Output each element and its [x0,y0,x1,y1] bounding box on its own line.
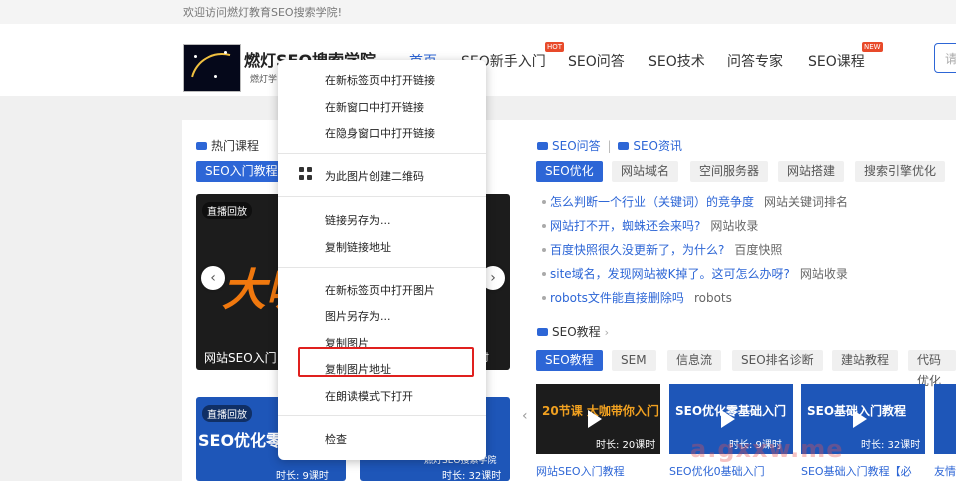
top-strip: 欢迎访问燃灯教育SEO搜索学院! [0,0,956,24]
list-item-text[interactable]: robots文件能直接删除吗 [550,291,684,305]
tutorials-title[interactable]: SEO教程 › [537,323,609,340]
context-menu: 在新标签页中打开链接 在新窗口中打开链接 在隐身窗口中打开链接 为此图片创建二维… [278,60,486,460]
menu-divider [278,196,486,197]
tab-seo-optimize[interactable]: SEO优化 [536,161,603,182]
list-item-tag[interactable]: 网站收录 [710,219,758,233]
graduation-cap-icon [618,142,630,150]
play-icon [721,410,735,428]
tutorial-thumb-1[interactable]: 20节课 大咖带你入门 时长: 20课时 [536,384,660,454]
tab-seo-intro[interactable]: SEO入门教程 [196,161,287,182]
tab-domain[interactable]: 网站域名 [612,161,679,182]
list-item-tag[interactable]: 百度快照 [734,243,782,257]
list-item[interactable]: 怎么判断一个行业（关键词）的竞争度 网站关键词排名 [542,193,848,210]
nav-seo-courses[interactable]: SEO课程 NEW [808,42,883,71]
menu-divider [278,153,486,154]
play-icon [588,410,602,428]
list-item[interactable]: 网站打不开，蜘蛛还会来吗? 网站收录 [542,217,758,234]
menu-open-reading-mode[interactable]: 在朗读模式下打开 [325,388,413,404]
card-caption: SEO优化零 [198,431,283,450]
qa-title-a[interactable]: SEO问答 [552,139,601,153]
play-icon [853,410,867,428]
menu-divider [278,415,486,416]
nav-seo-qa[interactable]: SEO问答 [568,51,625,71]
nav-seo-tech[interactable]: SEO技术 [648,51,705,71]
tab-build-tutorial[interactable]: 建站教程 [832,350,899,371]
tab-feed[interactable]: 信息流 [667,350,722,371]
graduation-cap-icon [537,142,548,150]
menu-open-link-incognito[interactable]: 在隐身窗口中打开链接 [325,125,435,141]
menu-save-image-as[interactable]: 图片另存为... [325,308,391,324]
thumb-caption[interactable]: SEO基础入门教程【必 [801,463,912,479]
site-logo[interactable] [183,44,241,92]
highlight-box [298,347,474,377]
list-item-tag[interactable]: robots [694,291,732,305]
live-replay-badge: 直播回放 [202,405,252,422]
qa-title-b[interactable]: SEO资讯 [633,139,682,153]
thumbs-prev-button[interactable]: ‹ [522,408,528,424]
menu-copy-link-address[interactable]: 复制链接地址 [325,239,391,255]
menu-divider [278,267,486,268]
list-item-text[interactable]: site域名，发现网站被K掉了。这可怎么办呀? [550,267,790,281]
menu-open-link-new-tab[interactable]: 在新标签页中打开链接 [325,72,435,88]
nav-experts[interactable]: 问答专家 [727,51,783,71]
section-label: 热门课程 [211,139,260,153]
nav-label: SEO课程 [808,54,865,70]
thumb-caption[interactable]: 友情 [934,463,956,479]
thumb-caption[interactable]: 网站SEO入门教程 [536,463,625,479]
card-caption: 网站SEO入门 [204,351,277,365]
list-item-text[interactable]: 怎么判断一个行业（关键词）的竞争度 [550,195,754,209]
list-item-tag[interactable]: 网站关键词排名 [764,195,848,209]
card-duration: 时长: 9课时 [276,471,329,481]
carousel-prev-button[interactable]: ‹ [201,266,225,290]
hot-courses-title: 热门课程 [196,137,259,154]
new-badge: NEW [862,42,883,52]
qr-code-icon [299,167,312,180]
list-item[interactable]: site域名，发现网站被K掉了。这可怎么办呀? 网站收录 [542,265,848,282]
list-item-tag[interactable]: 网站收录 [800,267,848,281]
graduation-cap-icon [196,142,207,150]
thumb-duration: 时长: 20课时 [596,440,656,451]
menu-open-link-new-window[interactable]: 在新窗口中打开链接 [325,99,424,115]
thumb-duration: 时长: 32课时 [861,440,921,451]
tutorial-thumb-4[interactable] [934,384,956,454]
search-input[interactable]: 请 [934,43,956,73]
tab-server[interactable]: 空间服务器 [690,161,769,182]
live-replay-badge: 直播回放 [202,202,252,219]
welcome-text: 欢迎访问燃灯教育SEO搜索学院! [183,6,342,19]
menu-save-link-as[interactable]: 链接另存为... [325,212,391,228]
title-separator: | [607,139,612,153]
list-item-text[interactable]: 网站打不开，蜘蛛还会来吗? [550,219,700,233]
tab-site-build[interactable]: 网站搭建 [778,161,845,182]
hot-badge: HOT [545,42,565,52]
search-placeholder: 请 [945,52,956,66]
list-item[interactable]: 百度快照很久没更新了，为什么? 百度快照 [542,241,782,258]
list-item-text[interactable]: 百度快照很久没更新了，为什么? [550,243,724,257]
chevron-right-icon: › [604,326,610,339]
menu-inspect[interactable]: 检查 [325,431,347,447]
menu-open-image-new-tab[interactable]: 在新标签页中打开图片 [325,282,435,298]
section-label: SEO教程 [552,325,601,339]
tab-code-optimize[interactable]: 代码优化 [908,350,956,388]
watermark: a.gxxw.me [690,435,844,463]
tab-diagnosis[interactable]: SEO排名诊断 [732,350,823,371]
tab-search-engine[interactable]: 搜索引擎优化 [855,161,946,182]
list-item[interactable]: robots文件能直接删除吗 robots [542,289,732,306]
thumb-caption[interactable]: SEO优化0基础入门 [669,463,765,479]
tab-sem[interactable]: SEM [612,350,656,371]
card-duration: 时长: 32课时 [442,471,502,481]
graduation-cap-icon [537,328,548,336]
tab-seo-tutorial[interactable]: SEO教程 [536,350,603,371]
logo-subtitle: 燃灯学 [250,75,278,85]
menu-create-qr-code[interactable]: 为此图片创建二维码 [325,168,424,184]
qa-title: SEO问答 | SEO资讯 [537,137,682,154]
